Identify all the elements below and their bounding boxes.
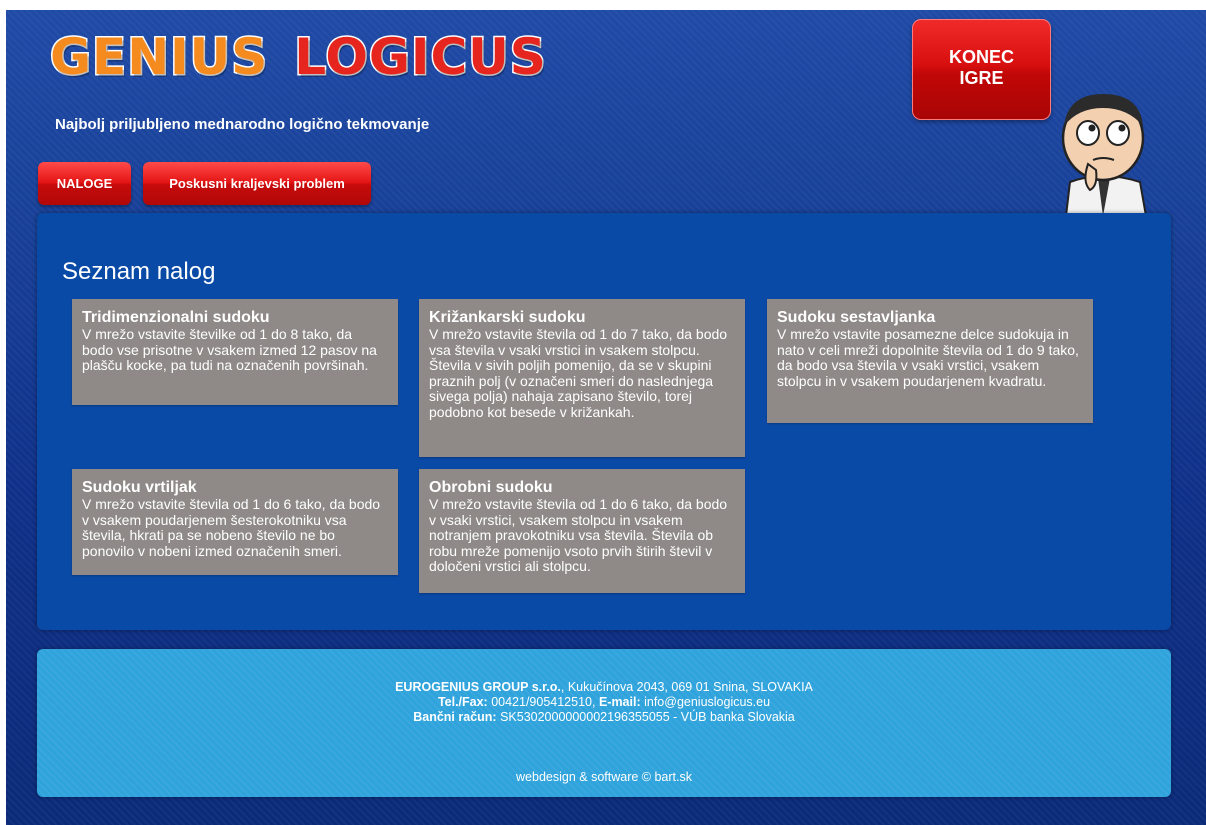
- footer-address: , Kukučínova 2043, 069 01 Snina, SLOVAKI…: [560, 680, 813, 694]
- footer-bank-account: SK5302000000002196355055 - VÚB banka Slo…: [496, 710, 795, 724]
- footer-bank-line: Bančni račun: SK5302000000002196355055 -…: [37, 710, 1171, 725]
- footer-contact-info: EUROGENIUS GROUP s.r.o., Kukučínova 2043…: [37, 680, 1171, 725]
- mascot-thinking-character-icon: [1061, 94, 1148, 216]
- footer-telfax: 00421/905412510,: [487, 695, 599, 709]
- footer-credit-link[interactable]: webdesign & software © bart.sk: [37, 770, 1171, 784]
- page-title: Seznam nalog: [62, 258, 216, 285]
- task-card-obrobni-sudoku[interactable]: Obrobni sudoku V mrežo vstavite števila …: [419, 469, 745, 593]
- end-game-label-line2: IGRE: [959, 68, 1004, 88]
- task-description: V mrežo vstavite številke od 1 do 8 tako…: [82, 326, 377, 374]
- task-title: Obrobni sudoku: [429, 479, 553, 496]
- task-list-panel: Seznam nalog Tridimenzionalni sudoku V m…: [37, 213, 1171, 630]
- task-card-tridimenzionalni-sudoku[interactable]: Tridimenzionalni sudoku V mrežo vstavite…: [72, 299, 398, 405]
- task-card-krizankarski-sudoku[interactable]: Križankarski sudoku V mrežo vstavite šte…: [419, 299, 745, 457]
- tagline: Najbolj priljubljeno mednarodno logično …: [55, 116, 430, 133]
- task-card-sudoku-sestavljanka[interactable]: Sudoku sestavljanka V mrežo vstavite pos…: [767, 299, 1093, 423]
- nav-button-naloge[interactable]: NALOGE: [38, 162, 131, 205]
- task-description: V mrežo vstavite posamezne delce sudokuj…: [777, 326, 1079, 389]
- logo-word-genius: GENIUS: [48, 27, 269, 88]
- nav-button-trial-problem[interactable]: Poskusni kraljevski problem: [143, 162, 371, 205]
- footer-telfax-label: Tel./Fax:: [437, 695, 488, 709]
- genius-logicus-logo[interactable]: GENIUS LOGICUS: [40, 24, 557, 90]
- footer-email[interactable]: info@geniuslogicus.eu: [641, 695, 770, 709]
- task-title: Sudoku sestavljanka: [777, 309, 936, 326]
- task-title: Sudoku vrtiljak: [82, 479, 197, 496]
- task-card-sudoku-vrtiljak[interactable]: Sudoku vrtiljak V mrežo vstavite števila…: [72, 469, 398, 575]
- page: GENIUS LOGICUS Najbolj priljubljeno medn…: [6, 10, 1206, 825]
- footer-company-name: EUROGENIUS GROUP s.r.o.: [395, 680, 561, 694]
- task-title: Križankarski sudoku: [429, 309, 586, 326]
- footer: EUROGENIUS GROUP s.r.o., Kukučínova 2043…: [37, 649, 1171, 797]
- end-game-button[interactable]: KONEC IGRE: [912, 19, 1051, 120]
- task-description: V mrežo vstavite števila od 1 do 6 tako,…: [429, 496, 728, 575]
- end-game-label-line1: KONEC: [948, 47, 1014, 67]
- footer-email-label: E-mail:: [598, 695, 641, 709]
- footer-address-line: EUROGENIUS GROUP s.r.o., Kukučínova 2043…: [37, 680, 1171, 695]
- footer-bank-label: Bančni račun:: [413, 710, 497, 724]
- task-title: Tridimenzionalni sudoku: [82, 309, 270, 326]
- footer-contact-line: Tel./Fax: 00421/905412510, E-mail: info@…: [37, 695, 1171, 710]
- task-description: V mrežo vstavite števila od 1 do 7 tako,…: [429, 326, 728, 420]
- logo-word-logicus: LOGICUS: [293, 27, 548, 88]
- task-description: V mrežo vstavite števila od 1 do 6 tako,…: [82, 496, 381, 559]
